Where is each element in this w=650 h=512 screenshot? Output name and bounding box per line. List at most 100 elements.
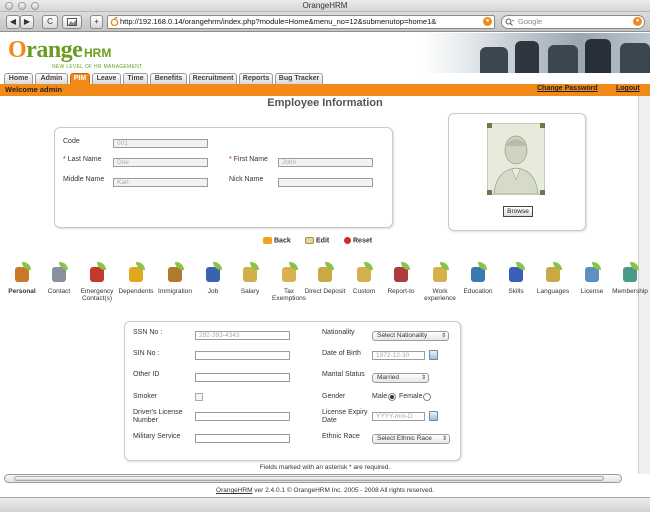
copyright-rest: ver 2.4.0.1 © OrangeHRM Inc. 2005 - 2008… [252,487,434,494]
nick-name-field[interactable] [278,178,373,187]
emergency-icon [87,262,107,284]
section-tab-languages[interactable]: Languages [531,262,575,295]
browse-button[interactable]: Browse [503,206,533,217]
code-field[interactable]: 001 [113,139,208,148]
section-tab-emergency[interactable]: Emergency Contact(s) [75,262,119,302]
military-service-label: Military Service [133,433,181,440]
search-go-icon[interactable]: ● [633,17,642,26]
reset-icon [344,237,351,244]
first-name-field[interactable]: John [278,158,373,167]
section-label: Dependents [118,288,154,295]
license-expiry-field[interactable]: YYYY-mm-D [372,412,425,421]
window-title-bar: OrangeHRM [0,0,650,12]
tab-leave[interactable]: Leave [92,73,121,84]
tab-recruitment[interactable]: Recruitment [189,73,237,84]
military-service-field[interactable] [195,434,290,443]
sin-label: SIN No : [133,350,160,357]
dob-field[interactable]: 1972-12-30 [372,351,425,360]
marital-status-select[interactable]: Married ⇕ [372,373,429,383]
license-expiry-calendar-icon[interactable] [429,411,438,421]
tab-bug-tracker[interactable]: Bug Tracker [275,73,323,84]
orangehrm-link[interactable]: OrangeHRM [216,487,252,494]
other-id-field[interactable] [195,373,290,382]
reset-button-label: Reset [353,237,373,245]
close-window-button[interactable] [5,2,13,10]
rss-icon[interactable]: ● [483,17,492,26]
dob-calendar-icon[interactable] [429,350,438,360]
last-name-label: * Last Name [63,156,102,163]
zoom-window-button[interactable] [31,2,39,10]
ssn-label: SSN No : [133,329,163,336]
reload-button[interactable]: C [42,15,58,29]
logo-letter-o: O [8,37,27,63]
gender-label: Gender [322,393,346,400]
horizontal-scroll-thumb[interactable] [14,476,604,481]
last-name-field[interactable]: Doe [113,158,208,167]
report-to-icon [391,262,411,284]
deposit-icon [315,262,335,284]
nationality-label: Nationality [322,329,355,336]
url-bar[interactable]: http://192.168.0.14/orangehrm/index.php?… [107,15,495,29]
gender-female-label: Female [399,393,423,400]
last-name-label-text: Last Name [67,156,102,163]
required-asterisk: * [63,156,66,163]
reset-button[interactable]: Reset [344,237,372,244]
page-title: Employee Information [267,97,383,109]
sin-field[interactable] [195,351,290,360]
forward-nav-button[interactable]: ▶ [20,15,34,29]
search-placeholder: Google [518,17,543,26]
tab-benefits[interactable]: Benefits [150,73,187,84]
first-name-label: * First Name [229,156,268,163]
education-icon [468,262,488,284]
search-input[interactable]: Google [501,15,645,29]
section-label: Emergency Contact(s) [80,288,114,302]
select-arrows-icon: ⇕ [441,436,447,442]
edit-button[interactable]: Edit [305,237,329,244]
back-nav-button[interactable]: ◀ [6,15,20,29]
custom-icon [354,262,374,284]
section-tab-membership[interactable]: Membership [608,262,650,295]
dependents-icon [126,262,146,284]
screenshot-button[interactable] [62,15,82,29]
dob-label: Date of Birth [322,350,361,357]
languages-icon [543,262,563,284]
tab-time[interactable]: Time [123,73,148,84]
skills-icon [506,262,526,284]
section-label: Direct Deposit [304,288,346,295]
gender-female-radio[interactable] [423,393,431,401]
section-tab-report-to[interactable]: Report-to [379,262,423,295]
job-icon [203,262,223,284]
tab-reports[interactable]: Reports [239,73,273,84]
middle-name-field[interactable]: Karl [113,178,208,187]
section-tab-deposit[interactable]: Direct Deposit [303,262,347,295]
forward-arrow-icon: ▶ [23,17,31,26]
change-password-link[interactable]: Change Password [537,85,598,92]
back-button[interactable]: Back [263,237,291,244]
select-arrows-icon: ⇕ [440,333,446,339]
reload-icon: C [47,17,53,26]
middle-name-label: Middle Name [63,176,105,183]
smoker-checkbox[interactable] [195,393,203,401]
ssn-field[interactable]: 292-393-4343 [195,331,290,340]
tab-admin[interactable]: Admin [35,73,68,84]
ethnic-race-select[interactable]: Select Ethnic Race ⇕ [372,434,450,444]
tab-home[interactable]: Home [4,73,33,84]
gender-male-radio[interactable] [388,393,396,401]
tab-pim[interactable]: PIM [70,73,90,84]
add-bookmark-button[interactable]: + [90,15,103,29]
section-label: Report-to [387,288,415,295]
gender-male-label: Male [372,393,388,400]
section-label: Membership [612,288,648,295]
nick-name-label: Nick Name [229,176,264,183]
back-arrow-icon: ◀ [9,17,17,26]
search-icon [505,18,514,26]
driver-license-field[interactable] [195,412,290,421]
section-tab-salary[interactable]: Salary [228,262,272,295]
copyright-text: OrangeHRM ver 2.4.0.1 © OrangeHRM Inc. 2… [0,487,650,494]
minimize-window-button[interactable] [18,2,26,10]
logout-link[interactable]: Logout [616,85,640,92]
logo-tagline: NEW LEVEL OF HR MANAGEMENT [52,64,143,70]
employee-photo [487,123,545,195]
nationality-select[interactable]: Select Nationality ⇕ [372,331,449,341]
section-tab-dependents[interactable]: Dependents [114,262,158,295]
